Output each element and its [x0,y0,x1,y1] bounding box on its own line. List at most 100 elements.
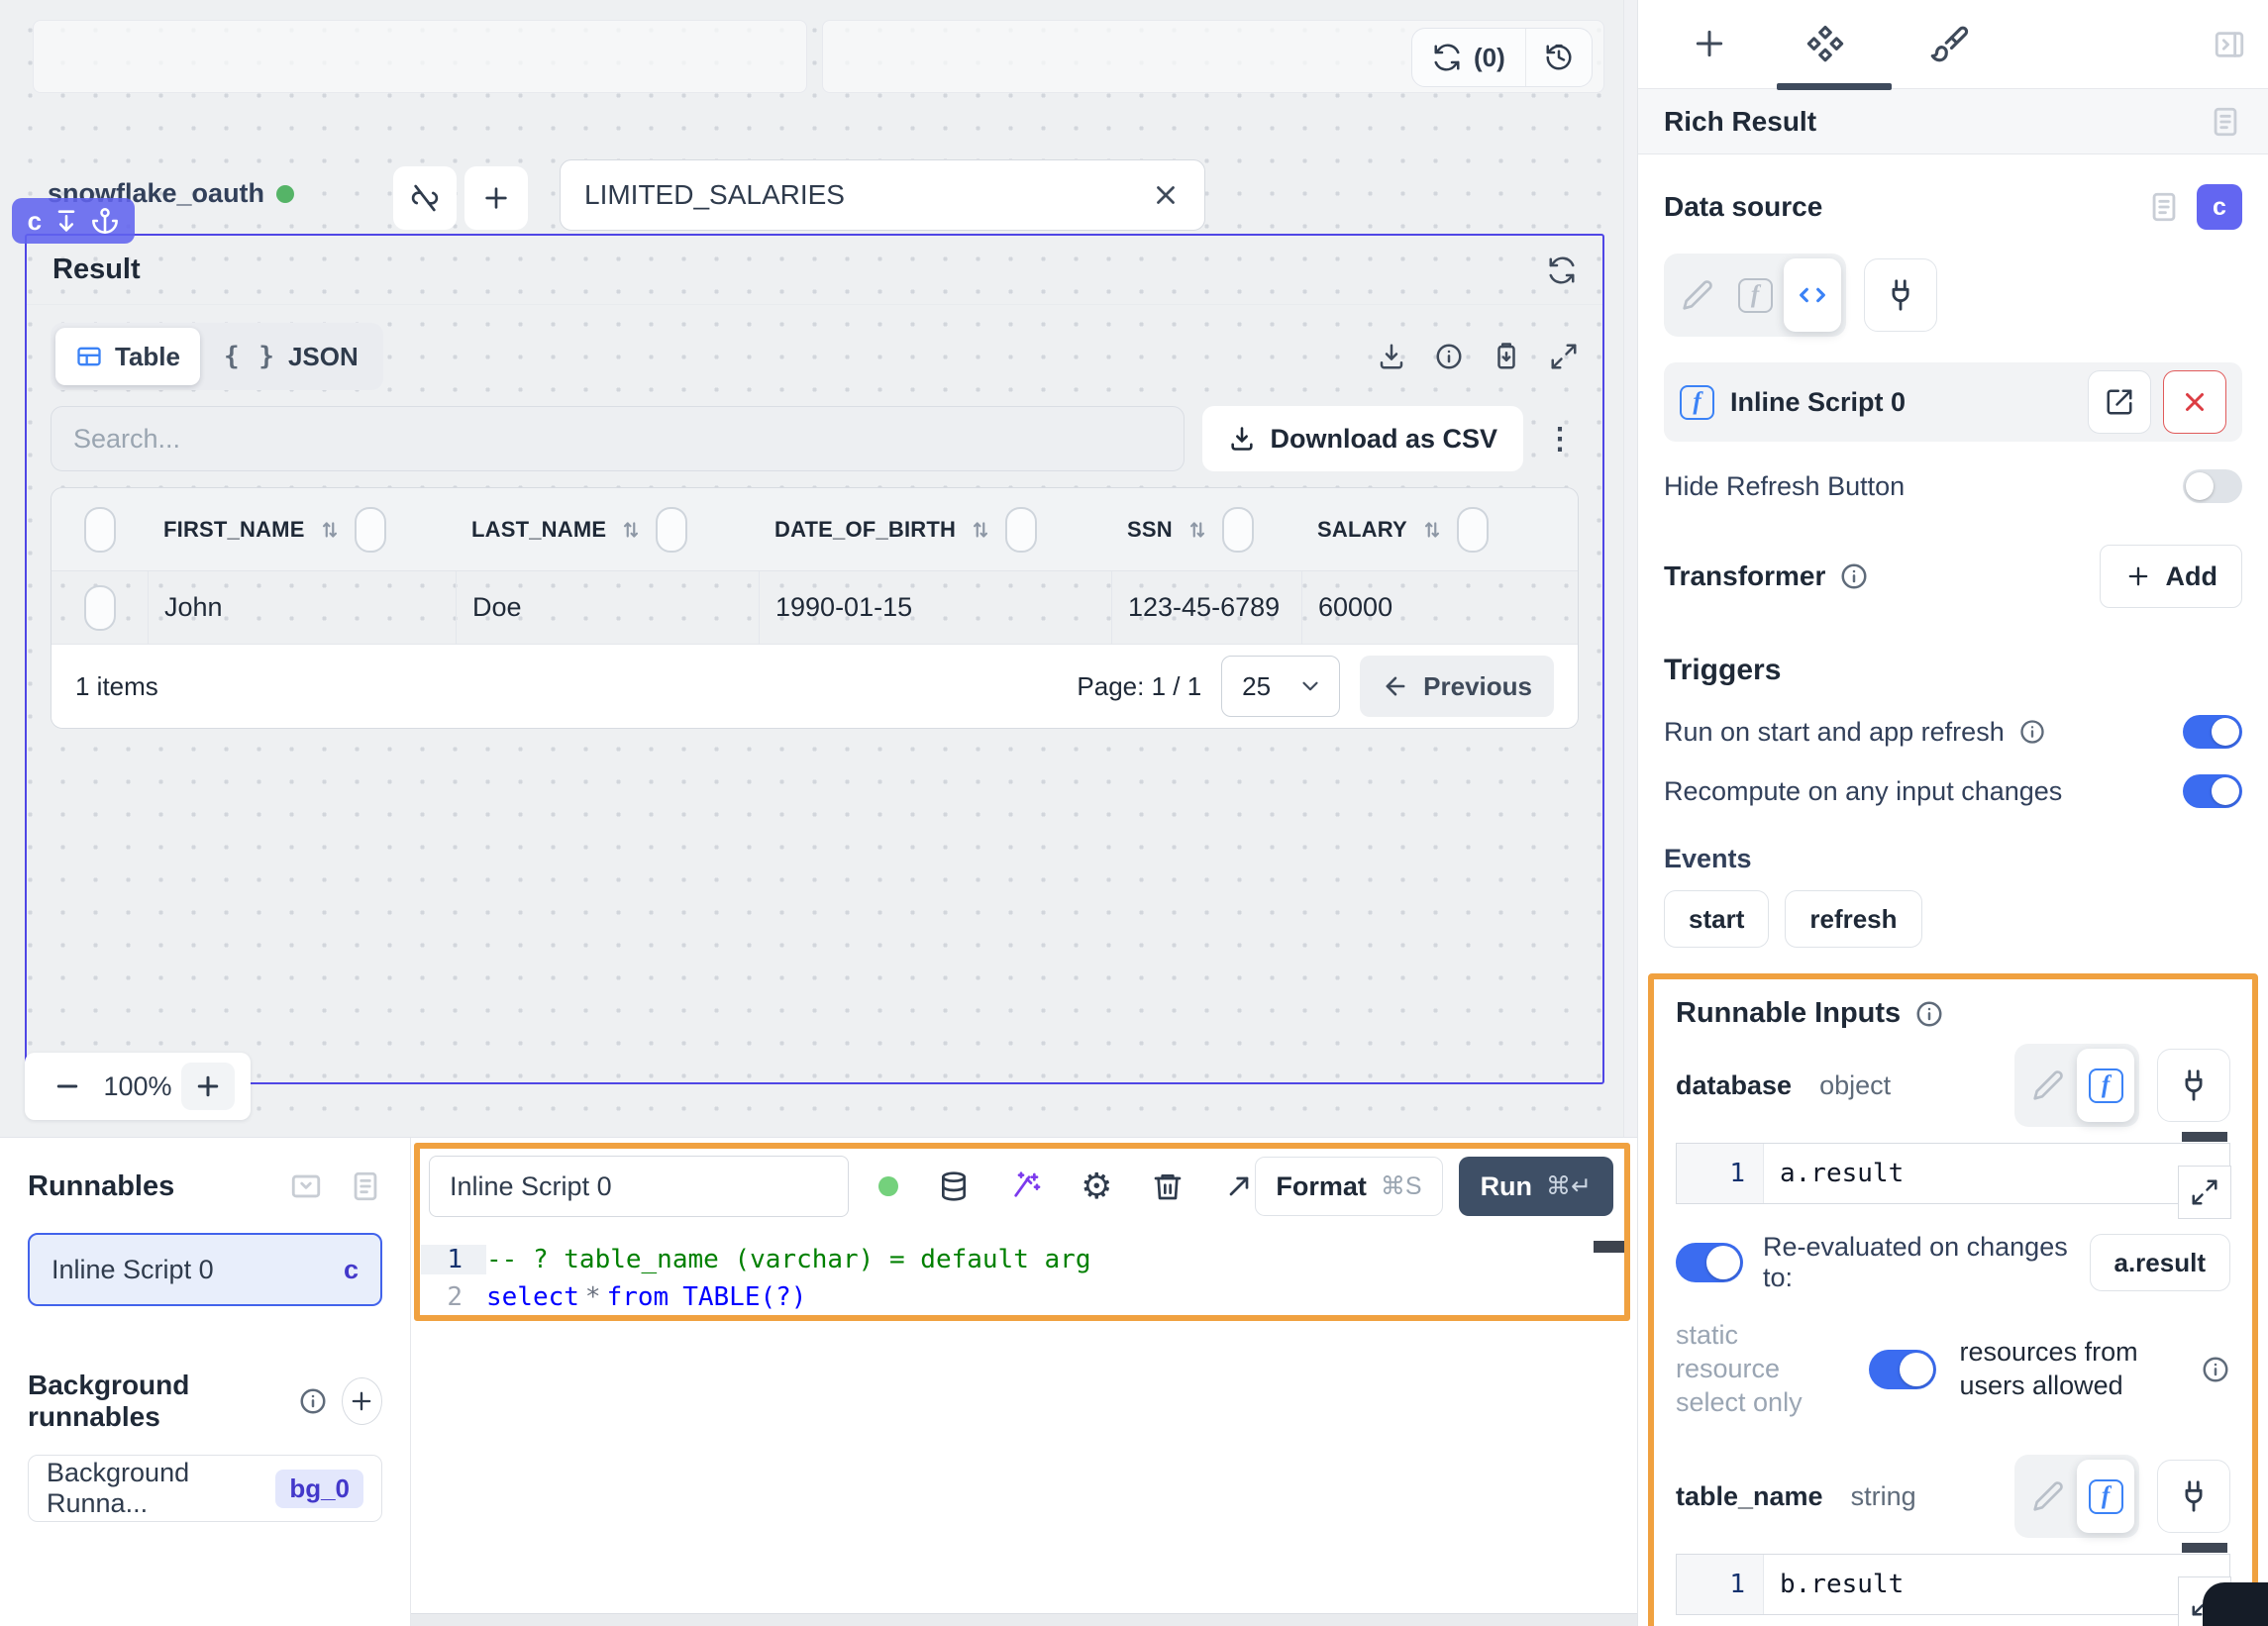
history-button[interactable] [1526,29,1592,86]
detach-script-button[interactable] [2163,370,2226,434]
download-icon[interactable] [1377,342,1406,371]
reevaluate-toggle[interactable] [1676,1243,1743,1282]
connect-input-plug-button[interactable] [2157,1460,2230,1533]
tab-table[interactable]: Table [55,328,200,385]
input-mode-switch: f [2014,1044,2139,1127]
connect-input-plug-button[interactable] [1864,258,1937,332]
download-csv-button[interactable]: Download as CSV [1202,406,1523,471]
info-icon[interactable] [2018,718,2046,746]
move-down-icon[interactable] [52,207,80,235]
row-checkbox[interactable] [84,585,116,631]
trash-icon[interactable] [1152,1170,1184,1202]
kebab-menu-icon[interactable]: ⋮ [1541,422,1579,457]
table-name-expression-editor[interactable]: 1 b.result [1676,1554,2230,1615]
result-refresh-icon[interactable] [1547,255,1577,285]
anchor-icon[interactable] [91,207,119,235]
code-editor[interactable]: 1 -- ? table_name (varchar) = default ar… [421,1241,1611,1316]
canvas-scrollbar[interactable] [1623,0,1637,1137]
database-expression-editor[interactable]: 1 a.result [1676,1143,2230,1204]
sort-icon[interactable] [1185,517,1210,543]
format-button[interactable]: Format ⌘S [1255,1157,1442,1216]
table-row[interactable]: John Doe 1990-01-15 123-45-6789 60000 [52,571,1578,645]
resources-from-users-toggle[interactable] [1869,1350,1936,1389]
sort-icon[interactable] [1419,517,1445,543]
column-header[interactable]: SALARY [1317,517,1407,543]
column-header[interactable]: SSN [1127,517,1173,543]
collapse-sidebar-icon[interactable] [2213,28,2246,61]
floating-widget-corner[interactable] [2203,1582,2268,1626]
scrollbar-thumb[interactable] [2182,1132,2227,1142]
table-search-input[interactable] [73,424,1162,455]
background-runnable-item[interactable]: Background Runna... bg_0 [28,1455,382,1522]
clear-input-icon[interactable] [1151,180,1181,210]
previous-page-button[interactable]: Previous [1360,656,1554,717]
column-toggle[interactable] [1222,507,1254,553]
column-toggle[interactable] [656,507,687,553]
app-canvas[interactable]: (0) snowflake_oauth c Re [0,0,1637,1137]
editor-scrollbar-thumb[interactable] [1594,1241,1627,1253]
info-icon[interactable] [1914,999,1944,1029]
rich-result-component[interactable]: Result Table { } JSON [25,234,1604,1084]
column-toggle[interactable] [1005,507,1037,553]
settings-gear-icon[interactable]: ⚙ [1081,1169,1112,1204]
script-name-input[interactable] [429,1156,849,1217]
runnable-item-inline-script-0[interactable]: Inline Script 0 c [28,1233,382,1306]
run-on-start-toggle[interactable] [2183,715,2242,749]
open-script-button[interactable] [2088,370,2151,434]
column-toggle[interactable] [1457,507,1489,553]
styling-tab[interactable] [1927,24,1969,65]
sort-icon[interactable] [317,517,343,543]
column-toggle[interactable] [355,507,386,553]
hide-refresh-toggle[interactable] [2183,469,2242,503]
unlink-button[interactable] [393,166,457,230]
column-header[interactable]: FIRST_NAME [163,517,305,543]
column-header[interactable]: DATE_OF_BIRTH [774,517,956,543]
database-icon[interactable] [938,1170,970,1202]
attached-script-bar[interactable]: f Inline Script 0 [1664,362,2242,442]
sort-icon[interactable] [968,517,993,543]
scrollbar-thumb[interactable] [2182,1543,2227,1553]
connect-input-plug-button[interactable] [2157,1049,2230,1122]
event-start-pill[interactable]: start [1664,890,1769,948]
dependency-pill[interactable]: a.result [2090,1234,2231,1291]
recompute-toggle[interactable] [2183,774,2242,808]
sort-icon[interactable] [618,517,644,543]
template-mode-fx-icon[interactable]: f [1726,264,1784,326]
component-settings-tab[interactable] [1804,24,1846,65]
info-icon[interactable] [298,1386,328,1416]
expand-expression-button[interactable] [2178,1166,2231,1219]
add-button[interactable] [464,166,528,230]
expand-editor-icon[interactable] [1223,1170,1255,1202]
zoom-out-button[interactable] [41,1063,94,1110]
select-all-checkbox[interactable] [84,507,116,553]
info-icon[interactable] [1434,342,1464,371]
code-mode-icon[interactable] [1784,258,1841,332]
info-icon[interactable] [2201,1355,2230,1384]
static-mode-pencil-icon[interactable] [1669,264,1726,326]
expand-icon[interactable] [1549,342,1579,371]
event-refresh-pill[interactable]: refresh [1785,890,1921,948]
collapse-panel-icon[interactable] [289,1169,323,1203]
docs-icon[interactable] [2209,105,2242,139]
run-button[interactable]: Run ⌘↵ [1459,1157,1613,1216]
ai-wand-icon[interactable] [1009,1170,1041,1202]
insert-component-tab[interactable] [1690,24,1729,63]
static-mode-pencil-icon[interactable] [2019,1466,2077,1527]
fx-mode-icon[interactable]: f [2077,1460,2134,1533]
tab-json[interactable]: { } JSON [204,328,378,385]
docs-icon[interactable] [2147,190,2181,224]
add-background-runnable-button[interactable] [342,1377,382,1425]
empty-component-placeholder-1[interactable] [33,20,807,93]
static-mode-pencil-icon[interactable] [2019,1055,2077,1116]
copy-result-icon[interactable] [1492,342,1521,371]
column-header[interactable]: LAST_NAME [471,517,606,543]
add-transformer-button[interactable]: Add [2100,545,2242,608]
docs-icon[interactable] [349,1169,382,1203]
zoom-in-button[interactable] [181,1063,235,1110]
table-name-input[interactable] [584,179,1151,211]
page-size-select[interactable]: 25 [1221,656,1340,717]
info-icon[interactable] [1839,561,1869,591]
refresh-button[interactable]: (0) [1412,29,1526,86]
fx-mode-icon[interactable]: f [2077,1049,2134,1122]
editor-horizontal-scrollbar[interactable] [411,1613,1637,1626]
